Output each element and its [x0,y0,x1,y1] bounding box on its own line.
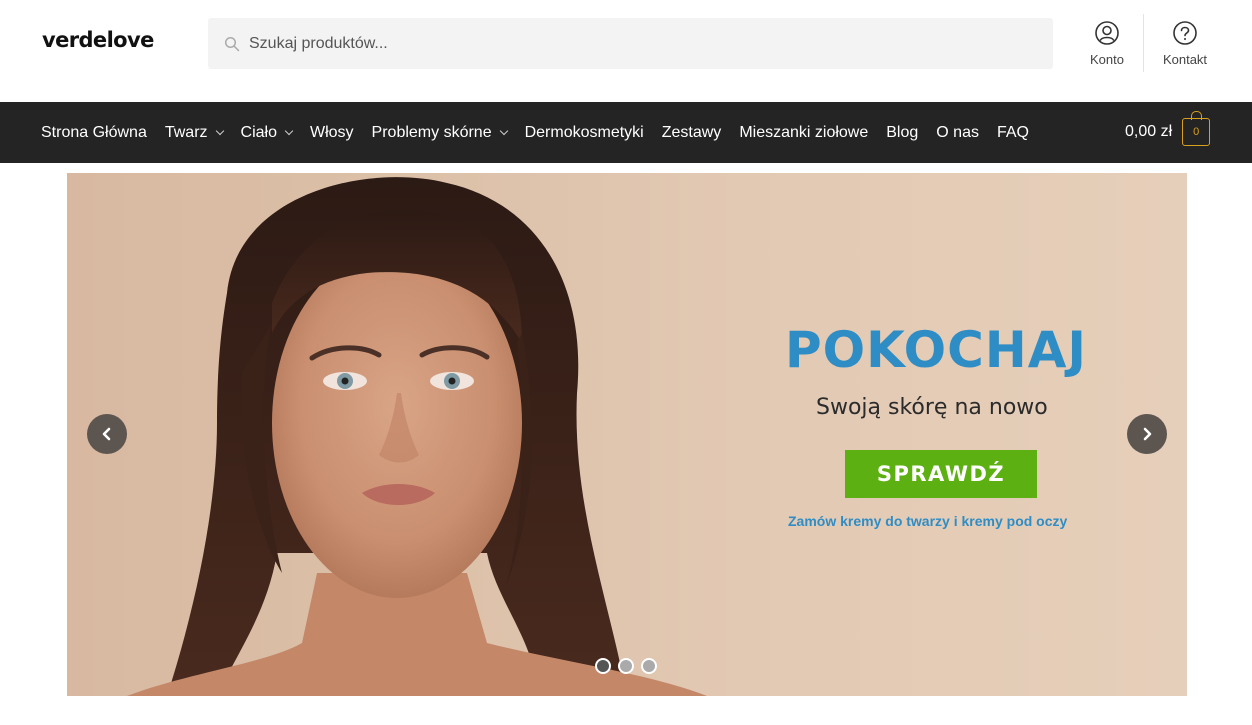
nav-item-wlosy[interactable]: Włosy [310,124,354,142]
cart-count: 0 [1193,126,1200,138]
nav-item-home[interactable]: Strona Główna [41,124,147,142]
cart-amount: 0,00 zł [1125,123,1173,140]
nav-label: Blog [886,123,919,141]
nav-item-dermokosmetyki[interactable]: Dermokosmetyki [525,124,644,142]
site-header: verdelove Konto Kontakt [0,0,1252,102]
chevron-down-icon [284,126,294,136]
help-icon [1173,21,1197,45]
slider-pagination [595,658,664,674]
contact-link[interactable]: Kontakt [1146,20,1224,67]
account-link[interactable]: Konto [1068,20,1146,67]
chevron-right-icon [1143,427,1152,441]
nav-label: Dermokosmetyki [524,123,644,141]
nav-item-twarz[interactable]: Twarz [164,123,224,142]
hero-subheadline: Swoją skórę na nowo [816,395,1048,420]
nav-item-cialo[interactable]: Ciało [240,123,294,142]
account-label: Konto [1090,52,1124,67]
chevron-left-icon [102,427,111,441]
chevron-down-icon [499,126,508,136]
nav-item-faq[interactable]: FAQ [997,124,1029,142]
nav-label: Ciało [240,123,277,141]
hero-caption-link[interactable]: Zamów kremy do twarzy i kremy pod oczy [788,513,1067,529]
site-logo[interactable]: verdelove [42,28,154,52]
nav-item-o-nas[interactable]: O nas [936,124,979,142]
nav-label: Strona Główna [41,123,147,141]
nav-label: Twarz [164,123,208,141]
hero-headline: POKOCHAJ [785,321,1087,379]
nav-label: Mieszanki ziołowe [739,123,869,141]
contact-label: Kontakt [1162,52,1208,67]
hero-slider: POKOCHAJ Swoją skórę na nowo SPRAWDŹ Zam… [67,173,1187,696]
nav-menu: Strona Główna Twarz Ciało Włosy Problemy… [41,102,1047,163]
slider-dot-2[interactable] [618,658,634,674]
cart-link[interactable]: 0,00 zł 0 [1125,111,1211,147]
shopping-bag-icon: 0 [1182,111,1211,146]
nav-item-blog[interactable]: Blog [886,124,918,142]
search-input[interactable] [248,18,1038,69]
nav-item-mieszanki-ziolowe[interactable]: Mieszanki ziołowe [739,124,868,142]
hero-portrait-image [127,177,707,696]
slider-dot-1[interactable] [595,658,611,674]
nav-label: FAQ [996,123,1029,141]
slider-prev-button[interactable] [87,414,127,454]
hero-cta-button[interactable]: SPRAWDŹ [845,450,1037,498]
slider-dot-3[interactable] [641,658,657,674]
chevron-down-icon [215,126,224,136]
user-icon [1095,21,1119,45]
nav-label: O nas [936,123,979,141]
nav-item-zestawy[interactable]: Zestawy [662,124,722,142]
search-bar [208,18,1053,69]
nav-label: Włosy [309,123,354,141]
main-nav: Strona Główna Twarz Ciało Włosy Problemy… [0,102,1252,163]
header-divider [1143,14,1144,72]
nav-label: Zestawy [661,123,722,141]
nav-item-problemy-skorne[interactable]: Problemy skórne [371,123,508,142]
slider-next-button[interactable] [1127,414,1167,454]
search-icon [224,36,240,52]
nav-label: Problemy skórne [371,123,492,141]
